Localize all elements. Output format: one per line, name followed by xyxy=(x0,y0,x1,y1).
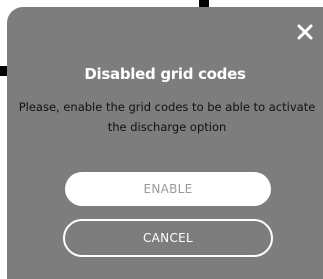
cancel-button[interactable]: CANCEL xyxy=(63,219,273,257)
dialog-title: Disabled grid codes xyxy=(84,65,246,83)
screen: Disabled grid codes Please, enable the g… xyxy=(0,0,323,279)
enable-button[interactable]: ENABLE xyxy=(65,172,271,206)
close-button[interactable] xyxy=(297,24,313,40)
dialog-message: Please, enable the grid codes to be able… xyxy=(18,100,316,134)
disabled-grid-codes-dialog: Disabled grid codes Please, enable the g… xyxy=(7,7,323,279)
close-icon xyxy=(297,24,313,40)
